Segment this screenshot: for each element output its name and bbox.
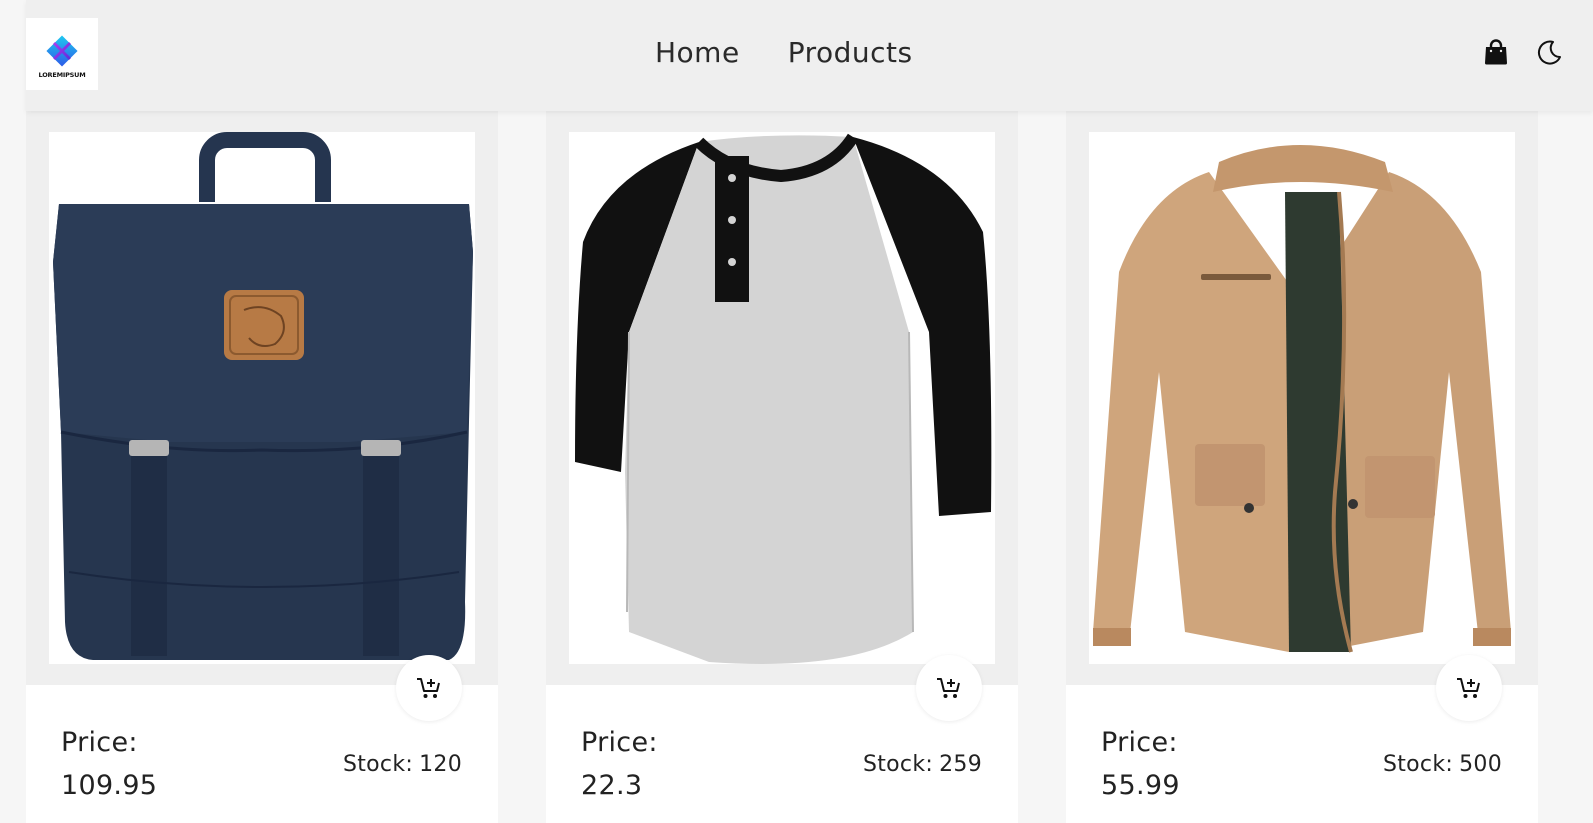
jacket-icon (1089, 132, 1515, 664)
price-value: 109.95 (61, 770, 158, 801)
stock-info: Stock: 500 (1383, 752, 1502, 777)
stock-value: 120 (419, 752, 462, 777)
product-grid: Price: 109.95 Stock: 120 Price: 22.3 Sto… (26, 111, 1538, 823)
add-to-cart-button[interactable] (1436, 655, 1502, 721)
product-card[interactable]: Price: 109.95 Stock: 120 (26, 111, 498, 823)
logo-text: LOREMIPSUM (38, 71, 86, 79)
product-image-jacket[interactable] (1089, 132, 1515, 664)
stock-info: Stock: 120 (343, 752, 462, 777)
stock-value: 259 (939, 752, 982, 777)
product-image-backpack[interactable] (49, 132, 475, 664)
price-label: Price: (581, 727, 658, 758)
add-to-cart-icon (1457, 678, 1480, 698)
product-image-tshirt[interactable] (569, 132, 995, 664)
main-nav: Home Products (655, 36, 913, 69)
add-to-cart-button[interactable] (916, 655, 982, 721)
add-to-cart-button[interactable] (396, 655, 462, 721)
stock-value: 500 (1459, 752, 1502, 777)
navbar: LOREMIPSUM Home Products (26, 0, 1593, 111)
brand-logo[interactable]: LOREMIPSUM (26, 18, 98, 90)
stock-label: Stock: (1382, 752, 1454, 777)
stock-info: Stock: 259 (863, 752, 982, 777)
product-image-frame (26, 111, 498, 721)
product-image-frame (546, 111, 1018, 721)
nav-link-home[interactable]: Home (655, 36, 740, 69)
nav-actions (1482, 38, 1564, 66)
stock-label: Stock: (342, 752, 414, 777)
product-image-frame (1066, 111, 1538, 721)
price-value: 55.99 (1101, 770, 1180, 801)
shopping-bag-icon[interactable] (1482, 38, 1510, 66)
price-value: 22.3 (581, 770, 643, 801)
backpack-icon (49, 132, 475, 664)
raglan-tshirt-icon (569, 132, 995, 664)
price-label: Price: (61, 727, 138, 758)
moon-icon[interactable] (1536, 38, 1564, 66)
add-to-cart-icon (417, 678, 440, 698)
price-label: Price: (1101, 727, 1178, 758)
diamond-cross-logo-icon (46, 35, 78, 67)
product-card[interactable]: Price: 22.3 Stock: 259 (546, 111, 1018, 823)
product-card[interactable]: Price: 55.99 Stock: 500 (1066, 111, 1538, 823)
nav-link-products[interactable]: Products (788, 36, 913, 69)
add-to-cart-icon (937, 678, 960, 698)
stock-label: Stock: (862, 752, 934, 777)
